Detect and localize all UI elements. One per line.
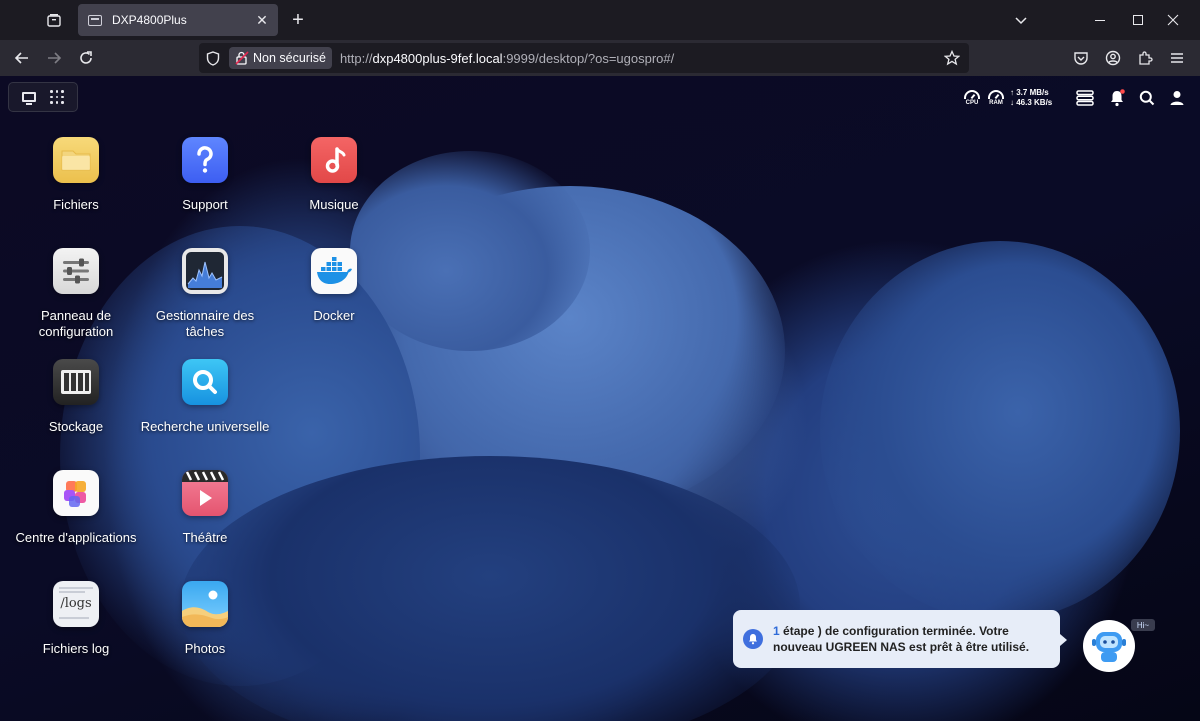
app-gestionnaire-des-taches[interactable]: Gestionnaire des tâches: [140, 248, 270, 340]
logs-tile-text: /logs: [60, 596, 92, 611]
assistant-greeting-bubble: Hi~: [1131, 619, 1155, 631]
desktop-switcher[interactable]: [8, 82, 78, 112]
upload-speed: ↑ 3.7 MB/s: [1010, 88, 1049, 97]
storage-icon: [53, 359, 99, 405]
app-grid-icon[interactable]: [50, 90, 64, 104]
url-prefix: http://: [339, 50, 373, 66]
control-panel-icon: [53, 248, 99, 294]
tab-favicon: [88, 14, 102, 26]
setup-message-text: étape ) de configuration terminée. Votre…: [773, 624, 1030, 654]
app-label: Gestionnaire des tâches: [155, 308, 255, 339]
reload-icon[interactable]: [70, 42, 102, 74]
menu-hamburger-icon[interactable]: [1161, 42, 1193, 74]
app-recherche-universelle[interactable]: Recherche universelle: [140, 359, 270, 435]
app-fichiers-log[interactable]: /logs Fichiers log: [11, 581, 141, 657]
download-speed: ↓ 46.3 KB/s: [1010, 98, 1053, 107]
ram-label: RAM: [989, 100, 1003, 106]
widgets-button[interactable]: [1076, 86, 1094, 110]
search-icon: [1139, 90, 1155, 106]
app-label: Fichiers log: [42, 641, 110, 656]
browser-tab-bar: DXP4800Plus ✕ +: [0, 0, 1200, 40]
insecure-lock-icon: [235, 51, 249, 65]
search-app-icon: [182, 359, 228, 405]
close-tab-icon[interactable]: ✕: [250, 8, 274, 32]
system-monitor[interactable]: CPU RAM ↑ 3.7 MB/s ↓ 46.3 KB/s: [964, 86, 1052, 110]
tab-overview-icon[interactable]: [38, 4, 70, 36]
app-docker[interactable]: Docker: [269, 248, 399, 324]
cpu-gauge-icon: CPU: [964, 90, 980, 106]
app-label: Stockage: [48, 419, 104, 434]
address-bar[interactable]: Non sécurisé http://dxp4800plus-9fef.loc…: [199, 43, 969, 73]
setup-step-count: 1: [773, 624, 780, 638]
app-label: Support: [182, 197, 228, 212]
notification-message: 1 étape ) de configuration terminée. Vot…: [773, 623, 1060, 655]
desktop-view-icon[interactable]: [22, 92, 36, 105]
setup-notification[interactable]: 1 étape ) de configuration terminée. Vot…: [733, 610, 1067, 668]
docker-icon: [311, 248, 357, 294]
pocket-icon[interactable]: [1065, 42, 1097, 74]
network-speeds: ↑ 3.7 MB/s ↓ 46.3 KB/s: [1010, 88, 1052, 108]
url-text[interactable]: http://dxp4800plus-9fef.local:9999/deskt…: [340, 51, 674, 66]
search-button[interactable]: [1139, 86, 1155, 110]
logs-icon: /logs: [53, 581, 99, 627]
account-icon[interactable]: [1097, 42, 1129, 74]
back-arrow-icon[interactable]: [6, 42, 38, 74]
app-support[interactable]: Support: [140, 137, 270, 213]
not-secure-label: Non sécurisé: [253, 51, 326, 65]
tab-active[interactable]: DXP4800Plus ✕: [78, 4, 278, 36]
assistant-robot-icon[interactable]: [1083, 620, 1135, 672]
app-label: Photos: [184, 641, 226, 656]
extensions-icon[interactable]: [1129, 42, 1161, 74]
wallpaper-swirl: [820, 241, 1180, 621]
nas-desktop: CPU RAM ↑ 3.7 MB/s ↓ 46.3 KB/s Fichiers …: [0, 76, 1200, 721]
tracking-shield-icon[interactable]: [199, 50, 227, 66]
app-photos[interactable]: Photos: [140, 581, 270, 657]
user-menu-button[interactable]: [1169, 86, 1185, 110]
user-icon: [1170, 91, 1184, 105]
app-stockage[interactable]: Stockage: [11, 359, 141, 435]
music-icon: [311, 137, 357, 183]
notifications-button[interactable]: [1108, 86, 1126, 110]
help-icon: [182, 137, 228, 183]
widgets-icon: [1076, 90, 1094, 106]
notification-bell-icon: [743, 629, 763, 649]
cpu-label: CPU: [965, 100, 979, 106]
app-label: Panneau de configuration: [38, 308, 114, 339]
tab-title: DXP4800Plus: [112, 13, 187, 27]
forward-arrow-icon[interactable]: [38, 42, 70, 74]
app-label: Musique: [309, 197, 359, 212]
app-fichiers[interactable]: Fichiers: [11, 137, 141, 213]
app-musique[interactable]: Musique: [269, 137, 399, 213]
app-panneau-de-configuration[interactable]: Panneau de configuration: [11, 248, 141, 340]
app-label: Docker: [313, 308, 355, 323]
app-center-icon: [53, 470, 99, 516]
url-host: dxp4800plus-9fef.local: [372, 50, 503, 66]
theater-icon: [182, 470, 228, 516]
ram-gauge-icon: RAM: [988, 90, 1004, 106]
app-label: Centre d'applications: [15, 530, 137, 545]
new-tab-button[interactable]: +: [282, 4, 314, 36]
app-label: Théâtre: [182, 530, 228, 545]
url-rest: :9999/desktop/?os=ugospro#/: [502, 50, 675, 66]
app-theatre[interactable]: Théâtre: [140, 470, 270, 546]
app-centre-d-applications[interactable]: Centre d'applications: [11, 470, 141, 546]
close-window-icon[interactable]: [1150, 0, 1196, 40]
task-manager-icon: [182, 248, 228, 294]
bell-icon: [1111, 89, 1125, 107]
bookmark-star-icon[interactable]: [941, 47, 963, 69]
app-label: Fichiers: [53, 197, 99, 212]
photos-icon: [182, 581, 228, 627]
folder-icon: [53, 137, 99, 183]
not-secure-badge[interactable]: Non sécurisé: [229, 47, 332, 69]
browser-nav-bar: Non sécurisé http://dxp4800plus-9fef.loc…: [0, 40, 1200, 76]
tab-list-chevron-icon[interactable]: [998, 0, 1044, 40]
app-label: Recherche universelle: [140, 419, 270, 434]
